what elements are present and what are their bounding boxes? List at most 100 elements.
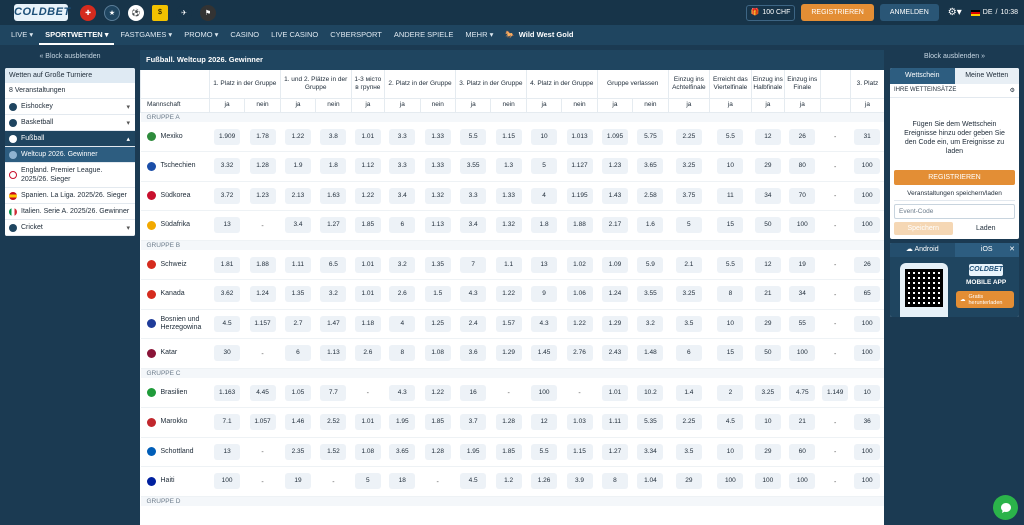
odd-button[interactable]: 3.72 (214, 187, 241, 204)
odd-button[interactable]: 50 (754, 217, 781, 234)
odd-button[interactable]: 3.62 (214, 286, 241, 303)
odd-button[interactable]: 7.7 (320, 384, 347, 401)
odd-button[interactable]: 1.01 (354, 128, 381, 145)
load-button[interactable]: Laden (957, 222, 1016, 235)
odd-button[interactable]: 1.9 (284, 158, 311, 175)
odd-button[interactable]: 2.43 (601, 345, 628, 362)
nav-cybersport[interactable]: CYBERSPORT (324, 25, 388, 45)
odd-button[interactable]: 1.05 (284, 384, 311, 401)
hide-right-block[interactable]: Block ausblenden » (890, 50, 1019, 64)
odd-button[interactable]: 5.5 (717, 256, 744, 273)
odd-button[interactable]: 2.4 (460, 315, 487, 332)
odd-button[interactable]: 1.04 (637, 473, 664, 490)
odd-button[interactable]: 55 (789, 315, 816, 332)
odd-button[interactable]: 16 (460, 384, 487, 401)
odd-button[interactable]: 100 (854, 473, 881, 490)
odd-button[interactable]: 1.22 (284, 128, 311, 145)
odd-button[interactable]: 1.32 (495, 217, 522, 234)
odd-button[interactable]: 1.29 (495, 345, 522, 362)
odd-button[interactable]: 19 (789, 256, 816, 273)
odd-button[interactable]: 1.78 (249, 128, 276, 145)
odd-button[interactable]: 3.2 (320, 286, 347, 303)
odd-button[interactable]: 2.25 (675, 414, 702, 431)
odd-button[interactable]: 3.65 (637, 158, 664, 175)
odd-button[interactable]: 1.95 (460, 443, 487, 460)
gear-icon[interactable]: ⚙▾ (945, 4, 965, 21)
nav-wild-west-gold[interactable]: 🐎 Wild West Gold (499, 25, 579, 45)
nav-live[interactable]: LIVE ▾ (5, 25, 39, 45)
odd-button[interactable]: 1.35 (424, 256, 451, 273)
odd-button[interactable]: 1.25 (424, 315, 451, 332)
odd-button[interactable]: 10 (717, 315, 744, 332)
odd-button[interactable]: 2.7 (284, 315, 311, 332)
save-load-events[interactable]: Veranstaltungen speichern/laden (894, 185, 1015, 201)
odd-button[interactable]: 6 (389, 217, 416, 234)
league-serie-a[interactable]: Italien. Serie A. 2025/26. Gewinner (5, 204, 135, 220)
football-icon[interactable]: ⚽ (128, 4, 144, 21)
odd-button[interactable]: 1.43 (601, 187, 628, 204)
odd-button[interactable]: 5 (354, 473, 381, 490)
odd-button[interactable]: 1.12 (354, 158, 381, 175)
odd-button[interactable]: 4.75 (789, 384, 816, 401)
odd-button[interactable]: 1.013 (566, 128, 593, 145)
league-weltcup[interactable]: Weltcup 2026. Gewinner (5, 147, 135, 163)
odd-button[interactable]: 100 (789, 345, 816, 362)
odd-button[interactable]: 1.4 (675, 384, 702, 401)
odd-button[interactable]: 1.28 (495, 414, 522, 431)
slip-register-button[interactable]: REGISTRIEREN (894, 170, 1015, 185)
odd-button[interactable]: 1.48 (637, 345, 664, 362)
odd-button[interactable]: 2 (717, 384, 744, 401)
odd-button[interactable]: 19 (284, 473, 311, 490)
odd-button[interactable]: 3.4 (284, 217, 311, 234)
odd-button[interactable]: 1.8 (531, 217, 558, 234)
odd-button[interactable]: 100 (854, 217, 881, 234)
odd-button[interactable]: 3.55 (637, 286, 664, 303)
odd-button[interactable]: 3.32 (214, 158, 241, 175)
odd-button[interactable]: 3.3 (460, 187, 487, 204)
odd-button[interactable]: 5.5 (717, 128, 744, 145)
sport-cricket[interactable]: Cricket ▾ (5, 220, 135, 236)
chat-button[interactable] (993, 495, 1018, 520)
odd-button[interactable]: 29 (754, 158, 781, 175)
league-premier-league[interactable]: England. Premier League. 2025/26. Sieger (5, 163, 135, 188)
odd-button[interactable]: 1.85 (354, 217, 381, 234)
odd-button[interactable]: 100 (854, 443, 881, 460)
odd-button[interactable]: 1.35 (284, 286, 311, 303)
odd-button[interactable]: 2.58 (637, 187, 664, 204)
odd-button[interactable]: 3.25 (754, 384, 781, 401)
odd-button[interactable]: 2.76 (566, 345, 593, 362)
odd-button[interactable]: 15 (717, 345, 744, 362)
odd-button[interactable]: 1.6 (637, 217, 664, 234)
odd-button[interactable]: 1.32 (424, 187, 451, 204)
odd-button[interactable]: 1.33 (424, 128, 451, 145)
odd-button[interactable]: 6.5 (320, 256, 347, 273)
nav-sportwetten[interactable]: SPORTWETTEN ▾ (39, 25, 115, 45)
odd-button[interactable]: 1.22 (424, 384, 451, 401)
odd-button[interactable]: 2.52 (320, 414, 347, 431)
odd-button[interactable]: 10 (531, 128, 558, 145)
odd-button[interactable]: 5 (675, 217, 702, 234)
odd-button[interactable]: 8 (717, 286, 744, 303)
champions-league-icon[interactable]: ★ (104, 4, 120, 21)
odd-button[interactable]: 3.9 (566, 473, 593, 490)
odd-button[interactable]: 1.01 (354, 286, 381, 303)
app-download-button[interactable]: ☁ Gratis herunterladen (956, 291, 1014, 308)
odd-button[interactable]: 1.33 (424, 158, 451, 175)
odd-button[interactable]: 1.157 (249, 315, 276, 332)
tab-ios[interactable]: iOS ✕ (955, 243, 1020, 257)
odd-button[interactable]: 1.57 (495, 315, 522, 332)
odd-button[interactable]: 1.127 (566, 158, 593, 175)
language-selector[interactable]: DE/10:38 (970, 9, 1018, 16)
odd-button[interactable]: 1.52 (320, 443, 347, 460)
odd-button[interactable]: 29 (754, 315, 781, 332)
odd-button[interactable]: 4.3 (531, 315, 558, 332)
gear-icon[interactable]: ⚙ (1010, 87, 1015, 94)
odd-button[interactable]: 6 (284, 345, 311, 362)
odd-button[interactable]: 1.11 (284, 256, 311, 273)
odd-button[interactable]: 29 (675, 473, 702, 490)
odd-button[interactable]: 1.24 (249, 286, 276, 303)
odd-button[interactable]: 1.11 (601, 414, 628, 431)
bird-icon[interactable]: ✈ (176, 4, 192, 21)
odd-button[interactable]: 1.33 (495, 187, 522, 204)
odd-button[interactable]: 21 (754, 286, 781, 303)
